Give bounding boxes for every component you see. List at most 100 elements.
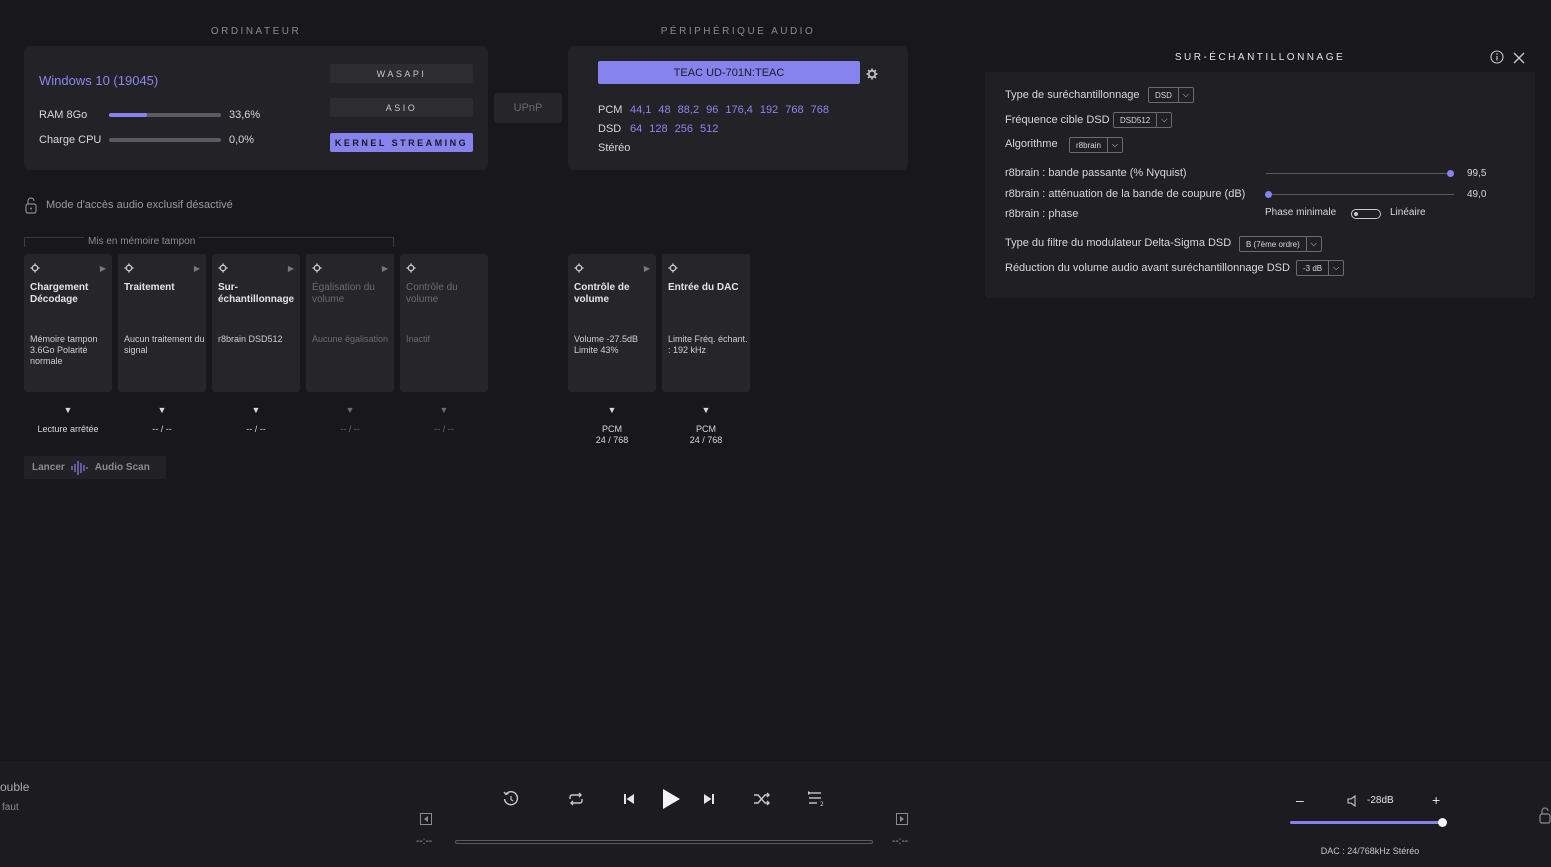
bandwidth-slider-handle[interactable]	[1447, 170, 1454, 177]
attenuation-slider-handle[interactable]	[1265, 191, 1272, 198]
pipeline-card-device-volume[interactable]: ▶ Contrôle de volume Volume -27.5dB Limi…	[568, 254, 656, 392]
device-settings-gear-icon[interactable]	[866, 67, 878, 80]
volume-down-button[interactable]: –	[1296, 792, 1304, 808]
ram-label: RAM 8Go	[39, 109, 88, 121]
speaker-icon[interactable]	[1346, 794, 1360, 808]
queue-icon[interactable]: 2	[806, 789, 828, 809]
stage-format-type: PCM	[696, 424, 716, 434]
pipeline-card-resampling[interactable]: ▶ Sur-échantillonnage r8brain DSD512	[212, 254, 300, 392]
attenuation-slider[interactable]	[1266, 194, 1454, 195]
filter-type-select[interactable]: B (7ème ordre) ⌵	[1239, 236, 1322, 252]
down-arrow-icon: ▼	[251, 405, 261, 415]
pcm-rate: 88,2	[677, 104, 700, 116]
close-icon[interactable]	[1513, 51, 1525, 64]
resampling-type-select[interactable]: DSD ⌵	[1148, 87, 1194, 103]
lock-icon[interactable]	[1538, 806, 1551, 824]
previous-frame-icon[interactable]	[419, 812, 433, 826]
asio-button[interactable]: ASIO	[330, 98, 473, 117]
gear-icon[interactable]	[124, 263, 134, 273]
pipeline-card-dac-input[interactable]: Entrée du DAC Limite Fréq. échant. : 192…	[662, 254, 750, 392]
lock-icon[interactable]	[24, 196, 38, 214]
buffer-bracket	[24, 237, 394, 247]
down-arrow-icon: ▼	[607, 405, 617, 415]
device-heading: PÉRIPHÉRIQUE AUDIO	[660, 26, 816, 37]
next-frame-icon[interactable]	[895, 812, 909, 826]
gear-icon[interactable]	[668, 263, 678, 273]
buffer-label: Mis en mémoire tampon	[84, 236, 200, 247]
stage-status: -- / --	[434, 424, 454, 434]
upnp-button[interactable]: UPnP	[494, 93, 562, 123]
card-body: Inactif	[406, 334, 431, 344]
device-panel: TEAC UD-701N:TEAC PCM 44,1 48 88,2 96 17…	[568, 46, 908, 170]
pipeline-card-decoding[interactable]: ▶ Chargement Décodage Mémoire tampon 3.6…	[24, 254, 112, 392]
repeat-icon[interactable]	[566, 789, 586, 809]
device-select-button[interactable]: TEAC UD-701N:TEAC	[598, 61, 860, 84]
pipeline-card-processing[interactable]: ▶ Traitement Aucun traitement du signal	[118, 254, 206, 392]
volume-slider-fill	[1290, 821, 1443, 824]
pcm-rate: 96	[706, 104, 719, 116]
play-icon[interactable]	[656, 784, 686, 814]
gear-icon[interactable]	[218, 263, 228, 273]
pipeline-card-volume-control[interactable]: Contrôle du volume Inactif	[400, 254, 488, 392]
dac-status: DAC : 24/768kHz Stéréo	[1320, 846, 1420, 856]
pcm-rates: 44,1 48 88,2 96 176,4 192 768 768	[630, 104, 829, 116]
gear-icon[interactable]	[30, 263, 40, 273]
select-value: DSD512	[1114, 113, 1158, 127]
attenuation-label: r8brain : atténuation de la bande de cou…	[1005, 188, 1246, 200]
cpu-label: Charge CPU	[39, 134, 102, 146]
info-icon[interactable]	[1490, 50, 1504, 64]
stage-status: -- / --	[340, 424, 360, 434]
audio-scan-button[interactable]: Lancer Audio Scan	[24, 456, 166, 479]
chevron-down-icon: ⌵	[1161, 115, 1168, 124]
dsd-target-select[interactable]: DSD512 ⌵	[1113, 112, 1173, 128]
svg-text:2: 2	[820, 801, 824, 807]
output-sub-label-partial: faut	[2, 802, 19, 813]
shuffle-icon[interactable]	[752, 789, 772, 809]
card-title: Égalisation du volume	[312, 282, 375, 305]
seek-bar[interactable]	[455, 840, 873, 844]
chevron-down-icon: ⌵	[1333, 263, 1340, 272]
scan-launch-label: Lancer	[32, 462, 65, 473]
pcm-rate: 176,4	[725, 104, 753, 116]
dsd-rate: 512	[699, 123, 719, 135]
volume-reduction-select[interactable]: -3 dB ⌵	[1296, 260, 1345, 276]
algorithm-label: Algorithme	[1005, 138, 1058, 150]
play-arrow-icon: ▶	[287, 264, 294, 273]
card-title: Chargement Décodage	[30, 282, 89, 305]
bandwidth-value: 99,5	[1467, 168, 1487, 179]
previous-track-icon[interactable]	[620, 790, 638, 808]
stage-status: -- / --	[246, 424, 266, 434]
next-track-icon[interactable]	[700, 790, 718, 808]
algorithm-select[interactable]: r8brain ⌵	[1069, 137, 1123, 153]
gear-icon[interactable]	[312, 263, 322, 273]
kernel-streaming-button[interactable]: KERNEL STREAMING	[330, 133, 473, 152]
pipeline-card-volume-eq[interactable]: ▶ Égalisation du volume Aucune égalisati…	[306, 254, 394, 392]
scan-label: Audio Scan	[94, 462, 150, 473]
gear-icon[interactable]	[574, 263, 584, 273]
pcm-rate: 768	[810, 104, 829, 116]
waveform-icon	[71, 460, 88, 475]
volume-slider[interactable]	[1290, 821, 1447, 824]
wasapi-button[interactable]: WASAPI	[330, 64, 473, 83]
card-body: Mémoire tampon 3.6Go Polarité normale	[30, 334, 98, 366]
replay-icon[interactable]	[501, 789, 521, 809]
elapsed-time: --:--	[416, 836, 433, 847]
card-body: Aucun traitement du signal	[124, 334, 205, 355]
gear-icon[interactable]	[406, 263, 416, 273]
volume-reduction-label: Réduction du volume audio avant suréchan…	[1005, 262, 1290, 274]
volume-up-button[interactable]: +	[1432, 792, 1440, 808]
select-value: B (7ème ordre)	[1240, 237, 1307, 251]
cpu-value: 0,0%	[229, 134, 255, 146]
resampling-type-label: Type de suréchantillonnage	[1005, 89, 1140, 101]
card-title: Contrôle de volume	[574, 282, 630, 305]
select-value: DSD	[1149, 88, 1179, 102]
bandwidth-slider[interactable]	[1266, 173, 1452, 174]
stage-format-rate: 24 / 768	[595, 435, 629, 445]
remaining-time: --:--	[892, 836, 909, 847]
pcm-rate: 192	[759, 104, 779, 116]
down-arrow-icon: ▼	[439, 405, 449, 415]
phase-toggle[interactable]	[1351, 209, 1381, 219]
pcm-label: PCM	[598, 104, 623, 116]
chevron-down-icon: ⌵	[1111, 140, 1118, 149]
play-arrow-icon: ▶	[643, 264, 650, 273]
